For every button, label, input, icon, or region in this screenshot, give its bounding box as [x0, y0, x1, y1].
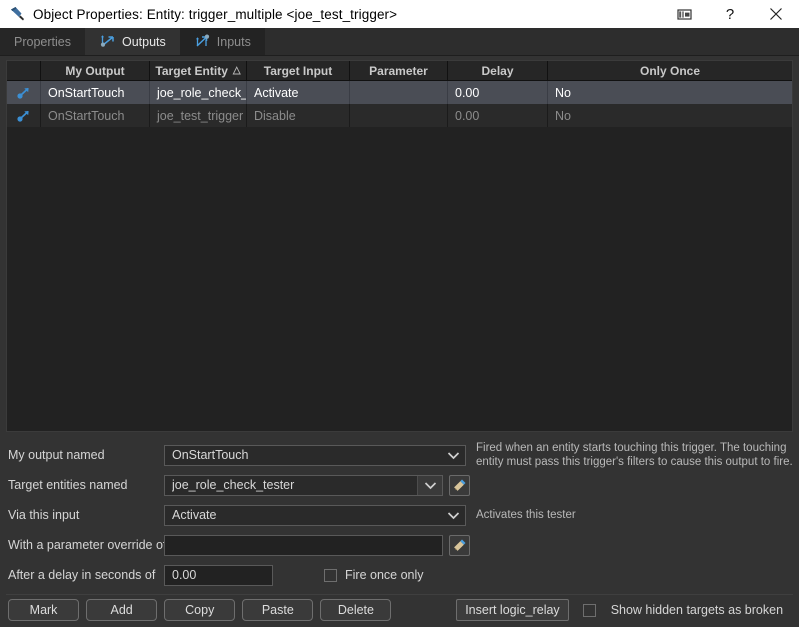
via-input-value: Activate — [172, 508, 441, 522]
column-header-parameter[interactable]: Parameter — [350, 61, 448, 80]
cell-only-once: No — [548, 81, 792, 104]
outputs-icon — [99, 34, 116, 49]
insert-logic-relay-button[interactable]: Insert logic_relay — [456, 599, 569, 621]
help-icon[interactable]: ? — [707, 0, 753, 28]
cell-target-input: Disable — [247, 104, 350, 127]
column-header-target-input[interactable]: Target Input — [247, 61, 350, 80]
chevron-down-icon[interactable] — [441, 446, 465, 465]
tab-inputs-label: Inputs — [217, 35, 251, 49]
table-empty-area[interactable] — [7, 127, 792, 431]
restore-icon[interactable] — [661, 0, 707, 28]
cell-target-entity: joe_role_check_... — [150, 81, 247, 104]
show-hidden-targets-checkbox[interactable] — [583, 604, 596, 617]
mark-button[interactable]: Mark — [8, 599, 79, 621]
cell-parameter — [350, 104, 448, 127]
window-title: Object Properties: Entity: trigger_multi… — [33, 7, 397, 22]
fire-once-only-checkbox[interactable] — [324, 569, 337, 582]
form-row-parameter: With a parameter override of — [0, 530, 799, 560]
my-output-help-text: Fired when an entity starts touching thi… — [476, 441, 796, 469]
chevron-down-icon[interactable] — [417, 476, 442, 495]
column-header-delay[interactable]: Delay — [448, 61, 548, 80]
tab-inputs[interactable]: Inputs — [180, 28, 265, 55]
cell-my-output: OnStartTouch — [41, 81, 150, 104]
paste-button[interactable]: Paste — [242, 599, 313, 621]
target-entities-value: joe_role_check_tester — [172, 478, 417, 492]
cell-delay: 0.00 — [448, 104, 548, 127]
inputs-icon — [194, 34, 211, 49]
row-link-icon-cell — [7, 104, 41, 127]
form-row-via-input: Via this input Activate Activates this t… — [0, 500, 799, 530]
target-entities-combo[interactable]: joe_role_check_tester — [164, 475, 443, 496]
cell-target-entity: joe_test_trigger — [150, 104, 247, 127]
output-link-icon — [16, 86, 31, 100]
delay-input[interactable]: 0.00 — [164, 565, 273, 586]
tab-outputs-label: Outputs — [122, 35, 166, 49]
via-input-label: Via this input — [8, 508, 164, 522]
column-header-target-entity[interactable]: Target Entity △ — [150, 61, 247, 80]
column-header-icon[interactable] — [7, 61, 41, 80]
output-editor-form: My output named OnStartTouch Fired when … — [0, 432, 799, 590]
my-output-label: My output named — [8, 448, 164, 462]
delay-label: After a delay in seconds of — [8, 568, 164, 582]
table-row[interactable]: OnStartTouch joe_role_check_... Activate… — [7, 81, 792, 104]
form-row-delay: After a delay in seconds of 0.00 Fire on… — [0, 560, 799, 590]
cell-parameter — [350, 81, 448, 104]
form-row-target-entities: Target entities named joe_role_check_tes… — [0, 470, 799, 500]
fire-once-only-label: Fire once only — [345, 568, 424, 582]
outputs-table: My Output Target Entity △ Target Input P… — [6, 60, 793, 432]
target-entity-eyedropper-button[interactable] — [449, 475, 470, 496]
cell-only-once: No — [548, 104, 792, 127]
parameter-override-label: With a parameter override of — [8, 538, 164, 552]
tab-outputs[interactable]: Outputs — [85, 28, 180, 55]
delay-value: 0.00 — [172, 568, 196, 582]
column-header-target-entity-label: Target Entity — [155, 64, 227, 78]
my-output-value: OnStartTouch — [172, 448, 441, 462]
output-link-icon — [16, 109, 31, 123]
tab-properties[interactable]: Properties — [0, 28, 85, 55]
add-button[interactable]: Add — [86, 599, 157, 621]
close-icon[interactable] — [753, 0, 799, 28]
tab-strip: Properties Outputs Inputs — [0, 28, 799, 56]
form-row-my-output: My output named OnStartTouch Fired when … — [0, 440, 799, 470]
cell-target-input: Activate — [247, 81, 350, 104]
delete-button[interactable]: Delete — [320, 599, 391, 621]
table-header-row: My Output Target Entity △ Target Input P… — [7, 61, 792, 81]
table-row[interactable]: OnStartTouch joe_test_trigger Disable 0.… — [7, 104, 792, 127]
chevron-down-icon[interactable] — [441, 506, 465, 525]
show-hidden-targets-label: Show hidden targets as broken — [611, 603, 783, 617]
via-input-combo[interactable]: Activate — [164, 505, 466, 526]
copy-button[interactable]: Copy — [164, 599, 235, 621]
column-header-only-once[interactable]: Only Once — [548, 61, 792, 80]
target-entities-label: Target entities named — [8, 478, 164, 492]
column-header-my-output[interactable]: My Output — [41, 61, 150, 80]
cell-my-output: OnStartTouch — [41, 104, 150, 127]
parameter-eyedropper-button[interactable] — [449, 535, 470, 556]
my-output-combo[interactable]: OnStartTouch — [164, 445, 466, 466]
sort-ascending-icon: △ — [233, 66, 241, 76]
hammer-icon — [8, 5, 26, 23]
title-bar: Object Properties: Entity: trigger_multi… — [0, 0, 799, 28]
parameter-override-input[interactable] — [164, 535, 443, 556]
tab-properties-label: Properties — [14, 35, 71, 49]
button-bar: Mark Add Copy Paste Delete Insert logic_… — [0, 595, 799, 625]
row-link-icon-cell — [7, 81, 41, 104]
cell-delay: 0.00 — [448, 81, 548, 104]
via-input-help-text: Activates this tester — [476, 508, 576, 522]
